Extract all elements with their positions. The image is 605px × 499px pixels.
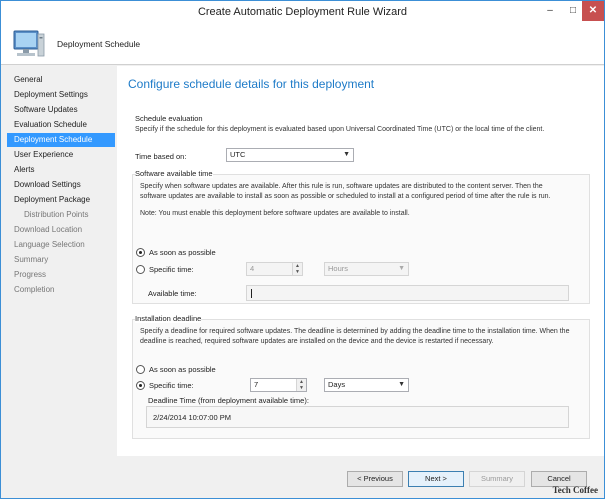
deadline-time-value: 7: [254, 380, 259, 389]
deadline-time-display: 2/24/2014 10:07:00 PM: [146, 406, 569, 428]
header-title: Deployment Schedule: [57, 39, 141, 49]
wizard-window: Create Automatic Deployment Rule Wizard …: [0, 0, 605, 499]
software-available-note: Note: You must enable this deployment be…: [140, 210, 410, 217]
software-available-description: Specify when software updates are availa…: [140, 183, 551, 200]
time-based-on-label: Time based on:: [135, 152, 187, 161]
deadline-time-value-text: 2/24/2014 10:07:00 PM: [153, 413, 231, 422]
available-asap-label: As soon as possible: [149, 248, 216, 257]
stepper-buttons: ▲ ▼: [296, 379, 306, 391]
schedule-evaluation-description: Specify if the schedule for this deploym…: [135, 126, 545, 133]
stepper-buttons: ▲ ▼: [292, 263, 302, 275]
page-title: Configure schedule details for this depl…: [128, 77, 375, 91]
available-specific-label: Specific time:: [149, 265, 194, 274]
available-time-label: Available time:: [148, 289, 197, 298]
chevron-down-icon: ▼: [343, 151, 350, 158]
deadline-specific-label: Specific time:: [149, 381, 194, 390]
available-specific-radio[interactable]: [136, 265, 145, 274]
nav-item-download-location: Download Location: [14, 225, 83, 234]
available-asap-radio[interactable]: [136, 248, 145, 257]
nav-item-distribution-points: Distribution Points: [24, 210, 89, 219]
nav-item-software-updates[interactable]: Software Updates: [7, 103, 115, 117]
available-time-value: 4: [250, 264, 255, 273]
chevron-down-icon: ▼: [295, 269, 300, 275]
schedule-evaluation-label: Schedule evaluation: [135, 114, 203, 123]
minimize-button[interactable]: –: [538, 1, 562, 21]
nav-item-download-settings[interactable]: Download Settings: [7, 178, 115, 192]
title-bar: Create Automatic Deployment Rule Wizard …: [1, 1, 604, 24]
nav-item-deployment-package[interactable]: Deployment Package: [7, 193, 115, 207]
deadline-time-stepper[interactable]: 7 ▲ ▼: [250, 378, 307, 392]
time-based-on-select[interactable]: UTC ▼: [226, 148, 354, 162]
nav-item-deployment-schedule[interactable]: Deployment Schedule: [7, 133, 115, 147]
deadline-specific-radio[interactable]: [136, 381, 145, 390]
available-time-stepper[interactable]: 4 ▲ ▼: [246, 262, 303, 276]
time-based-on-value: UTC: [230, 150, 246, 159]
chevron-down-icon: ▼: [299, 385, 304, 391]
deadline-time-label: Deadline Time (from deployment available…: [148, 396, 309, 405]
nav-item-general[interactable]: General: [7, 73, 115, 87]
deadline-asap-radio[interactable]: [136, 365, 145, 374]
computer-icon: [13, 30, 45, 57]
nav-item-progress: Progress: [14, 270, 47, 279]
available-unit-select[interactable]: Hours ▼: [324, 262, 409, 276]
nav-item-user-experience[interactable]: User Experience: [7, 148, 115, 162]
chevron-down-icon: ▼: [398, 381, 405, 388]
text-cursor: [251, 289, 252, 298]
wizard-header: Deployment Schedule: [1, 24, 604, 65]
deadline-unit-value: Days: [328, 380, 346, 389]
installation-deadline-label: Installation deadline: [135, 314, 202, 323]
nav-item-evaluation-schedule[interactable]: Evaluation Schedule: [7, 118, 115, 132]
installation-deadline-description: Specify a deadline for required software…: [140, 328, 570, 345]
software-available-label: Software available time: [135, 169, 213, 178]
close-button[interactable]: ✕: [582, 1, 604, 21]
wizard-nav: General Deployment Settings Software Upd…: [1, 66, 117, 456]
wizard-content: Configure schedule details for this depl…: [117, 66, 604, 456]
chevron-down-icon: ▼: [398, 265, 405, 272]
available-time-field[interactable]: [246, 285, 569, 301]
deadline-unit-select[interactable]: Days ▼: [324, 378, 409, 392]
nav-item-completion: Completion: [14, 285, 55, 294]
available-unit-value: Hours: [328, 264, 349, 273]
previous-button[interactable]: < Previous: [347, 471, 403, 487]
watermark: Tech Coffee: [552, 485, 598, 495]
nav-item-summary: Summary: [14, 255, 49, 264]
nav-item-alerts[interactable]: Alerts: [7, 163, 115, 177]
nav-item-language-selection: Language Selection: [14, 240, 85, 249]
summary-button: Summary: [469, 471, 525, 487]
deadline-asap-label: As soon as possible: [149, 365, 216, 374]
next-button[interactable]: Next >: [408, 471, 464, 487]
window-title: Create Automatic Deployment Rule Wizard: [197, 6, 408, 18]
nav-item-deployment-settings[interactable]: Deployment Settings: [7, 88, 115, 102]
